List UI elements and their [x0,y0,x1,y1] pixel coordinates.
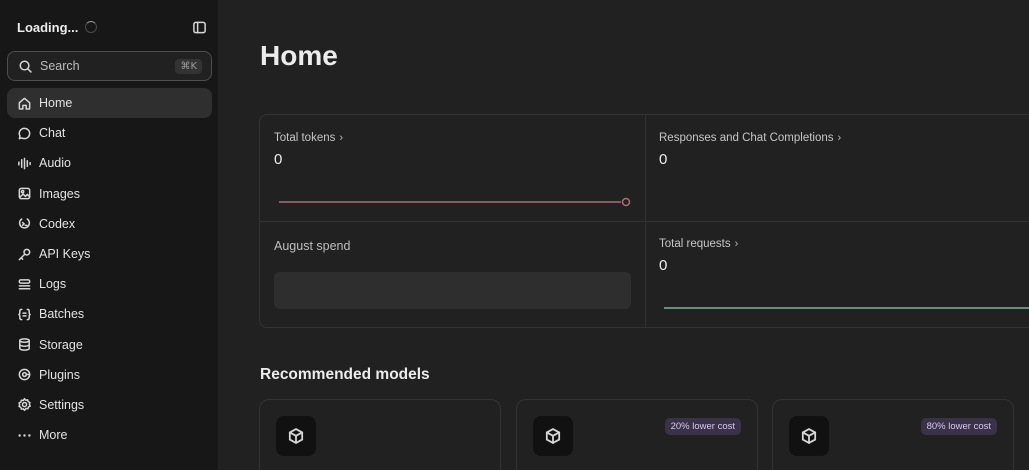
chevron-right-icon: › [339,132,344,144]
spend-label: August spend [274,239,351,253]
total-requests-label: Total requests [659,238,731,250]
sidebar-item-label: More [39,428,68,443]
sidebar-item-label: Chat [39,126,66,141]
plugin-icon [17,367,32,382]
sidebar-item-label: API Keys [39,247,91,262]
sidebar-item-label: Home [39,96,73,111]
sidebar-item-label: Codex [39,216,76,231]
cube-icon [533,416,573,456]
usage-stats-panel: Total tokens › 0 Responses and Chat Comp… [259,114,1029,328]
sidebar-item-codex[interactable]: Codex [7,209,212,239]
responses-link[interactable]: Responses and Chat Completions › [659,132,841,144]
responses-label: Responses and Chat Completions [659,132,834,144]
chat-bubble-icon [17,126,32,141]
sidebar-nav: Home Chat Audio Images Codex API Keys Lo… [7,88,212,450]
project-title[interactable]: Loading... [17,20,78,35]
total-requests-link[interactable]: Total requests › [659,238,738,250]
chevron-right-icon: › [734,238,739,250]
recommended-models-heading: Recommended models [260,366,430,383]
codex-icon [17,216,32,231]
cost-badge: 20% lower cost [664,418,741,435]
sidebar: Loading... Search ⌘K Home Chat Audio Ima… [0,0,218,470]
responses-value: 0 [659,151,668,168]
model-card[interactable] [259,399,501,470]
search-icon [17,58,33,74]
cube-icon [789,416,829,456]
sidebar-item-home[interactable]: Home [7,88,212,119]
total-tokens-value: 0 [274,151,283,168]
sidebar-item-api-keys[interactable]: API Keys [7,239,212,269]
sidebar-item-label: Storage [39,337,83,352]
stack-icon [17,277,32,292]
sidebar-item-label: Logs [39,277,67,292]
sidebar-item-audio[interactable]: Audio [7,148,212,178]
sidebar-item-plugins[interactable]: Plugins [7,360,212,390]
sidebar-header: Loading... [17,19,207,35]
sidebar-toggle-icon[interactable] [191,19,207,35]
model-card[interactable]: 80% lower cost [772,399,1014,470]
search-placeholder: Search [40,59,80,73]
cube-icon [276,416,316,456]
search-shortcut: ⌘K [175,58,202,74]
total-tokens-link[interactable]: Total tokens › [274,132,343,144]
sidebar-item-images[interactable]: Images [7,179,212,209]
page-title: Home [260,40,338,71]
key-icon [17,247,32,262]
sidebar-item-label: Batches [39,307,85,322]
spend-loading-skeleton [274,272,631,309]
stats-divider [260,221,1029,222]
sidebar-item-settings[interactable]: Settings [7,390,212,420]
sidebar-item-logs[interactable]: Logs [7,269,212,299]
database-icon [17,337,32,352]
search-input[interactable]: Search ⌘K [7,51,212,81]
home-icon [17,96,32,111]
total-requests-value: 0 [659,257,668,274]
waveform-icon [17,156,32,171]
more-dots-icon [17,428,32,443]
sidebar-item-label: Images [39,186,80,201]
sidebar-item-label: Audio [39,156,71,171]
sidebar-item-more[interactable]: More [7,420,212,450]
chevron-right-icon: › [837,132,842,144]
sidebar-item-chat[interactable]: Chat [7,118,212,148]
model-card[interactable]: 20% lower cost [516,399,758,470]
loading-spinner-icon [85,21,98,33]
gear-icon [17,397,32,412]
sidebar-item-storage[interactable]: Storage [7,330,212,360]
braces-icon [17,307,32,322]
image-icon [17,186,32,201]
cost-badge: 80% lower cost [920,418,997,435]
sidebar-item-label: Plugins [39,367,80,382]
total-tokens-label: Total tokens [274,132,336,144]
sidebar-item-label: Settings [39,397,85,412]
total-tokens-sparkline [279,197,631,207]
total-requests-sparkline [664,307,1029,309]
sidebar-item-batches[interactable]: Batches [7,299,212,329]
